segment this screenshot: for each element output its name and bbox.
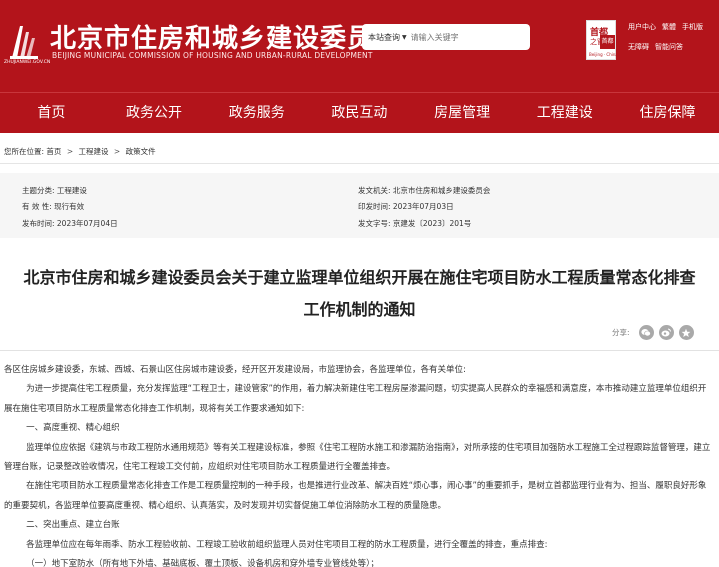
nav-item-gov-affairs-open[interactable]: 政务公开 bbox=[103, 93, 206, 133]
share-label: 分享: bbox=[612, 328, 630, 337]
nav-item-interaction[interactable]: 政民互动 bbox=[308, 93, 411, 133]
meta-doc-number: 发文字号: 京建发〔2023〕201号 bbox=[358, 219, 472, 228]
wechat-icon[interactable] bbox=[638, 325, 654, 340]
body-list-item: （一）地下室防水（所有地下外墙、基础底板、覆土顶板、设备机房和穿外墙专业管线处等… bbox=[26, 559, 379, 567]
breadcrumb-divider bbox=[0, 163, 719, 164]
breadcrumb-separator: > bbox=[66, 147, 74, 156]
breadcrumb-prefix: 您所在位置: bbox=[4, 147, 45, 156]
body-paragraph: 在施住宅项目防水工程质量常态化排查工作是工程质量控制的一种手段，也是推进行业改革… bbox=[4, 481, 707, 511]
emblem-logo-icon[interactable] bbox=[6, 20, 42, 60]
nav-item-gov-services[interactable]: 政务服务 bbox=[205, 93, 308, 133]
body-heading-1: 一、高度重视、精心组织 bbox=[26, 423, 120, 434]
search-input[interactable] bbox=[410, 32, 521, 42]
qzone-icon[interactable] bbox=[678, 325, 694, 340]
document-title: 北京市住房和城乡建设委员会关于建立监理单位组织开展在施住宅项目防水工程质量常态化… bbox=[8, 262, 711, 326]
nav-item-home[interactable]: 首页 bbox=[0, 93, 103, 133]
badge-bottom-text: Beijing · China bbox=[589, 52, 618, 57]
share-bar: 分享: bbox=[612, 325, 694, 340]
body-paragraph: 各监理单位应在每年雨季、防水工程验收前、工程竣工验收前组织监理人员对住宅项目工程… bbox=[26, 539, 548, 550]
content-divider bbox=[0, 350, 719, 351]
meta-validity: 有 效 性: 现行有效 bbox=[22, 202, 85, 211]
body-salutation: 各区住房城乡建设委，东城、西城、石景山区住房城市建设委，经开区开发建设局，市监理… bbox=[4, 365, 466, 375]
breadcrumb-item-construction[interactable]: 工程建设 bbox=[79, 147, 109, 156]
weibo-icon[interactable] bbox=[658, 325, 674, 340]
meta-category: 主题分类: 工程建设 bbox=[22, 186, 87, 195]
site-title[interactable]: 北京市住房和城乡建设委员会 bbox=[50, 18, 401, 55]
breadcrumb-item-home[interactable]: 首页 bbox=[46, 147, 61, 156]
body-paragraph: 监理单位应依据《建筑与市政工程防水通用规范》等有关工程建设标准，参照《住宅工程防… bbox=[4, 442, 711, 473]
capital-window-badge[interactable]: 首都 之窗 首都 Beijing · China bbox=[586, 20, 618, 60]
document-meta: 主题分类: 工程建设 有 效 性: 现行有效 发布时间: 2023年07月04日… bbox=[0, 173, 719, 238]
body-paragraph: 为进一步提高住宅工程质量，充分发挥监理“工程卫士，建设管家”的作用，着力解决新建… bbox=[4, 384, 707, 414]
nav-item-construction[interactable]: 工程建设 bbox=[513, 93, 616, 133]
site-header: ZHUJIANWEI.GOV.CN 北京市住房和城乡建设委员会 BEIJING … bbox=[0, 0, 719, 92]
breadcrumb: 您所在位置: 首页 > 工程建设 > 政策文件 bbox=[4, 146, 156, 157]
traditional-chinese-link[interactable]: 繁體 bbox=[662, 22, 676, 32]
smart-qa-link[interactable]: 智能问答 bbox=[655, 42, 683, 52]
document-title-line2: 工作机制的通知 bbox=[303, 300, 416, 319]
nav-item-housing-security[interactable]: 住房保障 bbox=[616, 93, 719, 133]
meta-print-date: 印发时间: 2023年07月03日 bbox=[358, 202, 454, 211]
accessibility-link[interactable]: 无障碍 bbox=[628, 42, 649, 52]
chevron-down-icon[interactable]: ▼ bbox=[402, 34, 407, 41]
meta-issuer: 发文机关: 北京市住房和城乡建设委员会 bbox=[358, 186, 491, 195]
breadcrumb-separator: > bbox=[113, 147, 121, 156]
mobile-version-link[interactable]: 手机版 bbox=[682, 22, 703, 32]
meta-publish-date: 发布时间: 2023年07月04日 bbox=[22, 219, 118, 228]
site-subtitle: BEIJING MUNICIPAL COMMISSION OF HOUSING … bbox=[52, 51, 373, 60]
document-body: 各区住房城乡建设委，东城、西城、石景山区住房城市建设委，经开区开发建设局，市监理… bbox=[4, 361, 712, 567]
badge-seal-text: 首都 bbox=[600, 35, 615, 49]
main-nav: 首页 政务公开 政务服务 政民互动 房屋管理 工程建设 住房保障 bbox=[0, 92, 719, 133]
logo-caption: ZHUJIANWEI.GOV.CN bbox=[4, 60, 51, 65]
search-scope-select[interactable]: 本站查询 bbox=[362, 32, 400, 43]
body-heading-2: 二、突出重点、建立台账 bbox=[26, 520, 120, 531]
user-center-link[interactable]: 用户中心 bbox=[628, 22, 656, 32]
search-box: 本站查询 ▼ bbox=[362, 24, 530, 50]
top-links: 用户中心 繁體 手机版 无障碍 智能问答 bbox=[628, 22, 716, 62]
document-title-line1: 北京市住房和城乡建设委员会关于建立监理单位组织开展在施住宅项目防水工程质量常态化… bbox=[23, 268, 696, 287]
nav-item-housing-management[interactable]: 房屋管理 bbox=[411, 93, 514, 133]
breadcrumb-item-policy[interactable]: 政策文件 bbox=[126, 147, 156, 156]
